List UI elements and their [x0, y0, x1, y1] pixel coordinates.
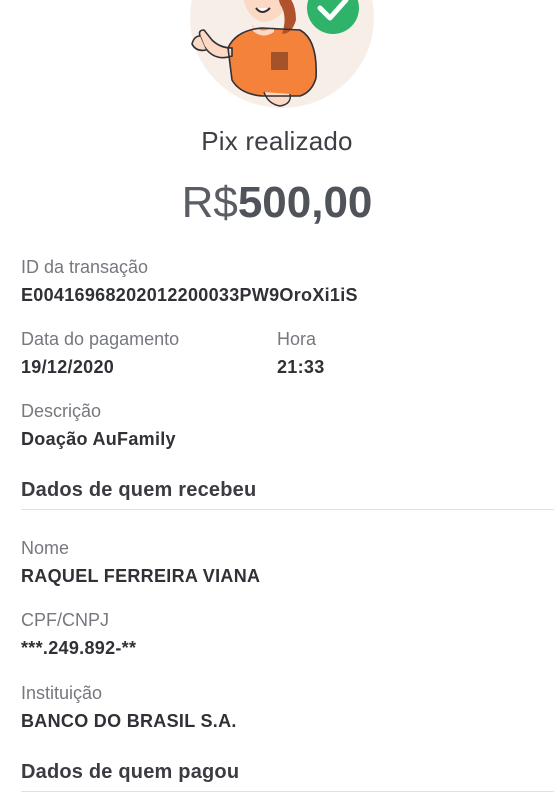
description-value: Doação AuFamily: [21, 429, 176, 449]
payment-date-label: Data do pagamento: [21, 329, 180, 349]
recipient-institution-label: Instituição: [21, 683, 103, 703]
recipient-document-field: CPF/CNPJ ***.249.892-**: [21, 609, 136, 659]
section-divider: [21, 509, 554, 510]
receipt-title: Pix realizado: [201, 126, 353, 156]
amount-value: 500,00: [237, 178, 373, 227]
currency-symbol: R$: [181, 178, 238, 227]
recipient-name-value: RAQUEL FERREIRA VIANA: [21, 566, 261, 586]
section-divider: [21, 791, 554, 792]
transfer-amount: R$500,00: [0, 181, 554, 225]
success-illustration: [0, 0, 554, 112]
payment-time-value: 21:33: [277, 357, 325, 377]
payment-time-field: Hora 21:33: [277, 328, 325, 378]
recipient-name-field: Nome RAQUEL FERREIRA VIANA: [21, 537, 260, 587]
recipient-institution-value: BANCO DO BRASIL S.A.: [21, 711, 237, 731]
payment-time-label: Hora: [277, 329, 317, 349]
recipient-document-value: ***.249.892-**: [21, 638, 137, 658]
recipient-name-label: Nome: [21, 538, 70, 558]
description-label: Descrição: [21, 401, 102, 421]
transaction-id-value: E00416968202012200033PW9OroXi1iS: [21, 285, 358, 305]
description-field: Descrição Doação AuFamily: [21, 400, 176, 450]
transaction-id-label: ID da transação: [21, 257, 149, 277]
recipient-section-title: Dados de quem recebeu: [21, 479, 257, 501]
recipient-document-label: CPF/CNPJ: [21, 610, 110, 630]
payment-date-field: Data do pagamento 19/12/2020: [21, 328, 179, 378]
payer-section-title: Dados de quem pagou: [21, 761, 240, 783]
recipient-institution-field: Instituição BANCO DO BRASIL S.A.: [21, 682, 237, 732]
payment-date-value: 19/12/2020: [21, 357, 115, 377]
transaction-id-field: ID da transação E00416968202012200033PW9…: [21, 256, 358, 306]
